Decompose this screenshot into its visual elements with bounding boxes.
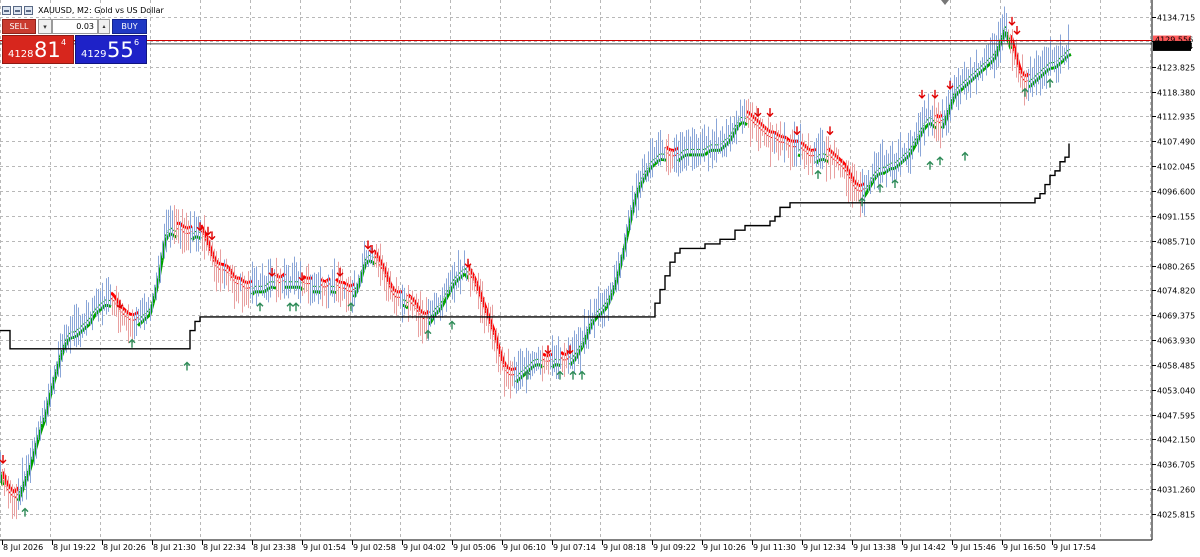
price-tick-label: 4112.935 <box>1157 113 1195 122</box>
price-tick-label: 4053.040 <box>1157 387 1195 396</box>
time-tick-label: 9 Jul 02:58 <box>353 543 396 552</box>
time-tick-label: 8 Jul 22:34 <box>203 543 246 552</box>
time-tick-label: 9 Jul 07:14 <box>553 543 596 552</box>
price-tick-label: 4025.815 <box>1157 511 1195 520</box>
price-tick-label: 4123.825 <box>1157 64 1195 73</box>
price-tick-label: 4096.600 <box>1157 188 1195 197</box>
price-tick-label: 4042.150 <box>1157 436 1195 445</box>
price-tick-label: 4134.715 <box>1157 14 1195 23</box>
uptrend-band <box>985 62 992 68</box>
buy-price-prefix: 4129 <box>81 49 107 60</box>
chart-window-icon <box>13 5 22 15</box>
time-tick-label: 9 Jul 05:06 <box>453 543 496 552</box>
time-tick-label: 9 Jul 12:34 <box>803 543 846 552</box>
price-tick-label: 4107.490 <box>1157 138 1195 147</box>
plot-area <box>0 0 1152 540</box>
time-tick-label: 8 Jul 20:26 <box>103 543 146 552</box>
price-tick-label: 4091.155 <box>1157 213 1195 222</box>
buy-price-button[interactable]: 4129 55 6 <box>75 35 147 64</box>
price-tick-label: 4069.375 <box>1157 312 1195 321</box>
time-tick-label: 9 Jul 15:46 <box>953 543 996 552</box>
sell-button[interactable]: SELL <box>2 19 36 34</box>
price-tick-label: 4074.820 <box>1157 287 1195 296</box>
price-axis: 4134.715 4123.825 4118.380 4112.935 4107.490… <box>1152 14 1195 520</box>
downtrend-band <box>128 312 133 317</box>
price-tick-label: 4036.705 <box>1157 461 1195 470</box>
bid-price-label: 4128.814 <box>1155 42 1193 51</box>
downtrend-band <box>109 291 116 297</box>
uptrend-band <box>272 285 277 290</box>
time-tick-label: 9 Jul 14:42 <box>903 543 946 552</box>
buy-price-pips: 55 <box>107 38 134 62</box>
time-tick-label: 9 Jul 06:10 <box>503 543 546 552</box>
time-tick-label: 9 Jul 04:02 <box>403 543 446 552</box>
downtrend-band <box>542 352 547 357</box>
price-tick-label: 4031.260 <box>1157 486 1195 495</box>
buy-price-fraction: 6 <box>134 38 140 47</box>
uptrend-band <box>703 151 710 157</box>
chart-window-icon <box>24 5 33 15</box>
price-tick-label: 4063.930 <box>1157 337 1195 346</box>
price-tick-label: 4047.595 <box>1157 412 1195 421</box>
price-tick-label: 4058.485 <box>1157 362 1195 371</box>
chart-window-icon <box>2 5 11 15</box>
price-tick-label: 4102.045 <box>1157 163 1195 172</box>
time-axis: 8 Jul 2026 8 Jul 19:22 8 Jul 20:26 8 Jul 21… <box>2 540 1096 552</box>
buy-button[interactable]: BUY <box>112 19 147 34</box>
time-tick-label: 8 Jul 21:30 <box>153 543 196 552</box>
sell-price-prefix: 4128 <box>8 49 34 60</box>
sell-price-button[interactable]: 4128 81 4 <box>2 35 74 64</box>
time-tick-label: 9 Jul 17:54 <box>1053 543 1096 552</box>
time-tick-label: 9 Jul 08:18 <box>603 543 646 552</box>
time-tick-label: 9 Jul 09:22 <box>653 543 696 552</box>
price-tick-label: 4080.265 <box>1157 263 1195 272</box>
price-chart[interactable]: 4134.715 4123.825 4118.380 4112.935 4107.490… <box>0 0 1200 557</box>
lot-dropdown-icon[interactable]: ▾ <box>38 19 52 34</box>
chart-title-bar: XAUUSD, M2: Gold vs US Dollar <box>2 3 164 17</box>
price-tick-label: 4118.380 <box>1157 89 1195 98</box>
lot-spinner-icon[interactable]: ▴ <box>98 19 110 34</box>
time-tick-label: 8 Jul 2026 <box>3 543 43 552</box>
sell-price-fraction: 4 <box>61 38 67 47</box>
downtrend-band <box>559 350 566 356</box>
time-tick-label: 9 Jul 11:30 <box>753 543 796 552</box>
chart-title: XAUUSD, M2: Gold vs US Dollar <box>38 5 164 15</box>
time-tick-label: 8 Jul 19:22 <box>53 543 96 552</box>
time-tick-label: 8 Jul 23:38 <box>253 543 296 552</box>
price-tick-label: 4085.710 <box>1157 238 1195 247</box>
time-tick-label: 9 Jul 16:50 <box>1003 543 1046 552</box>
one-click-trading-panel: SELL ▾ ▴ BUY 4128 81 4 4129 55 6 <box>2 19 147 65</box>
time-tick-label: 9 Jul 10:26 <box>703 543 746 552</box>
sell-price-pips: 81 <box>34 38 61 62</box>
time-tick-label: 9 Jul 13:38 <box>853 543 896 552</box>
uptrend-band <box>145 313 152 319</box>
time-tick-label: 9 Jul 01:54 <box>303 543 346 552</box>
lot-size-input[interactable] <box>52 19 98 34</box>
